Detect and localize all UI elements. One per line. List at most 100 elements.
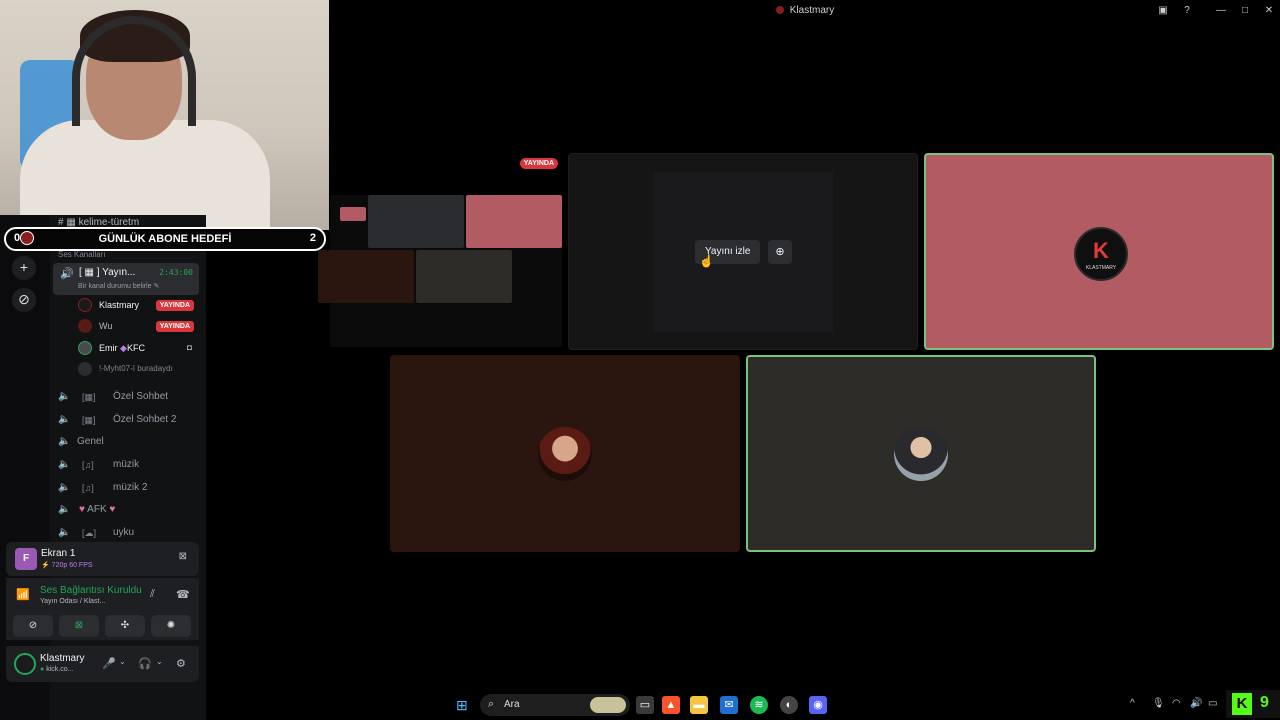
klastmary-avatar: K KLASTMARY [1074,227,1128,281]
voice-member[interactable]: Klastmary YAYINDA [78,297,198,315]
channel-emoji-icon: [▦] [82,415,96,425]
taskbar-search[interactable]: ⌕ Ara [480,694,630,716]
avatar [78,341,92,355]
minimize-button[interactable]: — [1214,4,1228,18]
avatar [78,319,92,333]
member-name: !-Myht07-I buradaydı [99,364,173,373]
live-badge: YAYINDA [155,300,194,311]
gem-icon: ◆ [120,343,127,353]
headphones-icon[interactable]: 🎧 [138,657,152,670]
soundboard-button[interactable]: ✺ [151,615,191,637]
microphone-icon[interactable]: 🎤 [102,657,116,670]
voice-member[interactable]: Wu YAYINDA [78,318,198,336]
speaker-icon: 🔈 [58,527,71,538]
mail-icon[interactable]: ✉ [720,696,738,714]
activities-button[interactable]: ✣ [105,615,145,637]
voice-actions-row: ⊘ ⊠ ✣ ✺ [6,612,199,640]
speaker-icon: 🔈 [58,414,71,425]
speaker-icon: 🔈 [58,504,71,515]
speaker-icon: 🔈 [58,436,71,447]
voice-channel[interactable]: 🔈 [♫] müzik [58,455,198,475]
music-note-icon: [♫] [82,460,94,470]
volume-icon[interactable]: 🔊 [1190,698,1202,709]
stream-tile-wu[interactable] [390,355,740,552]
popout-icon[interactable]: ⊕ [768,240,792,264]
voice-member[interactable]: !-Myht07-I buradaydı [78,361,198,379]
search-icon: ⌕ [488,698,495,710]
discord-icon[interactable]: ◉ [809,696,827,714]
heart-icon: ♥ [79,504,85,515]
windows-start-icon[interactable]: ⊞ [456,697,472,713]
maximize-button[interactable]: □ [1238,4,1252,18]
battery-icon[interactable]: ▭ [1208,698,1217,709]
live-badge: YAYINDA [519,158,558,169]
noise-suppression-icon[interactable]: ⫽ [150,588,155,601]
windows-taskbar: ⊞ ⌕ Ara ▭ ▲ ▬ ✉ ≋ ◐ ◉ ^ 🎙 ◠ 🔊 ▭ K 9 [206,690,1280,720]
channel-timer: 2:43:00 [159,268,193,277]
stream-tile-emir[interactable] [746,355,1096,552]
settings-gear-icon[interactable]: ⚙ [176,657,186,670]
preview-tile [368,195,464,248]
channel-status[interactable]: Bir kanal durumu belirle ✎ [78,282,159,290]
chevron-down-icon[interactable]: ⌄ [156,657,163,666]
preview-tile [466,195,562,248]
show-hidden-icons-icon[interactable]: ^ [1130,698,1135,709]
voice-channel[interactable]: 🔈 [☁] uyku [58,523,198,543]
speaker-icon: 🔈 [58,391,71,402]
voice-channel[interactable]: 🔈 [▦] Özel Sohbet 2 [58,410,198,430]
kick-overlay: K 9 [1226,690,1280,718]
stream-tile-klastmary[interactable]: K KLASTMARY [924,153,1274,350]
screen-share-button[interactable]: ⊠ [59,615,99,637]
music-note-icon: [♫] [82,483,94,493]
preview-tile [340,207,366,221]
channel-name: [ ▦ ] Yayın... [79,267,136,278]
window-title: Klastmary [330,5,1280,16]
microphone-tray-icon[interactable]: 🎙 [1152,698,1165,709]
voice-channel-active[interactable]: 🔊 [ ▦ ] Yayın... 2:43:00 Bir kanal durum… [53,263,199,295]
user-name[interactable]: Klastmary [40,653,84,664]
emir-avatar [894,427,948,481]
file-explorer-icon[interactable]: ▬ [690,696,708,714]
speaker-icon: 🔊 [60,268,74,280]
k-logo-icon: K [1093,238,1109,263]
stream-tile-sharing[interactable]: Yayını izle ⊕ ☝ [568,153,918,350]
screen-share-card[interactable]: F Ekran 1 ⚡ 720p 60 FPS ⊠ [6,542,199,576]
discover-icon[interactable]: ⊘ [12,288,36,312]
steam-icon[interactable]: ◐ [780,696,798,714]
avatar [78,298,92,312]
online-dot-icon: ● [40,666,45,673]
disconnect-icon[interactable]: ☎ [176,588,190,601]
voice-connection-panel: 📶 Ses Bağlantısı Kuruldu Yayın Odası / K… [6,578,199,612]
wifi-icon[interactable]: ◠ [1172,698,1181,709]
app-logo-icon [775,6,784,14]
stop-sharing-icon[interactable]: ⊠ [179,551,187,562]
chevron-down-icon[interactable]: ⌄ [119,657,126,666]
preview-tile [318,250,414,303]
sleep-icon: [☁] [82,528,97,538]
voice-channel[interactable]: 🔈 [♫] müzik 2 [58,478,198,498]
screen-share-quality: ⚡ 720p 60 FPS [41,562,93,569]
voice-member[interactable]: Emir ◆KFC ◘ [78,340,198,358]
member-name: Wu [99,321,113,331]
voice-channel[interactable]: 🔈 ♥ AFK ♥ [58,500,198,520]
brave-browser-icon[interactable]: ▲ [662,696,680,714]
member-name: Klastmary [99,300,140,310]
speaker-icon: 🔈 [58,459,71,470]
close-button[interactable]: ✕ [1262,4,1276,18]
help-icon[interactable]: ? [1180,4,1194,18]
goal-target: 2 [309,232,316,244]
kick-logo-icon: K [1232,693,1252,715]
user-avatar[interactable] [14,653,36,675]
voice-channel[interactable]: 🔈 Genel [58,432,198,452]
task-view-icon[interactable]: ▭ [636,696,654,714]
voice-channel[interactable]: 🔈 [▦] Özel Sohbet [58,387,198,407]
camera-off-button[interactable]: ⊘ [13,615,53,637]
voice-category-label[interactable]: Ses Kanalları [58,250,106,259]
connection-channel[interactable]: Yayın Odası / Klast... [40,598,105,605]
preview-tile [416,250,512,303]
inbox-icon[interactable]: ▣ [1156,4,1170,18]
connection-status[interactable]: Ses Bağlantısı Kuruldu [40,585,142,596]
spotify-icon[interactable]: ≋ [750,696,768,714]
user-panel: Klastmary ● kick.co... 🎤 ⌄ 🎧 ⌄ ⚙ [6,646,199,682]
add-server-icon[interactable]: + [12,256,36,280]
